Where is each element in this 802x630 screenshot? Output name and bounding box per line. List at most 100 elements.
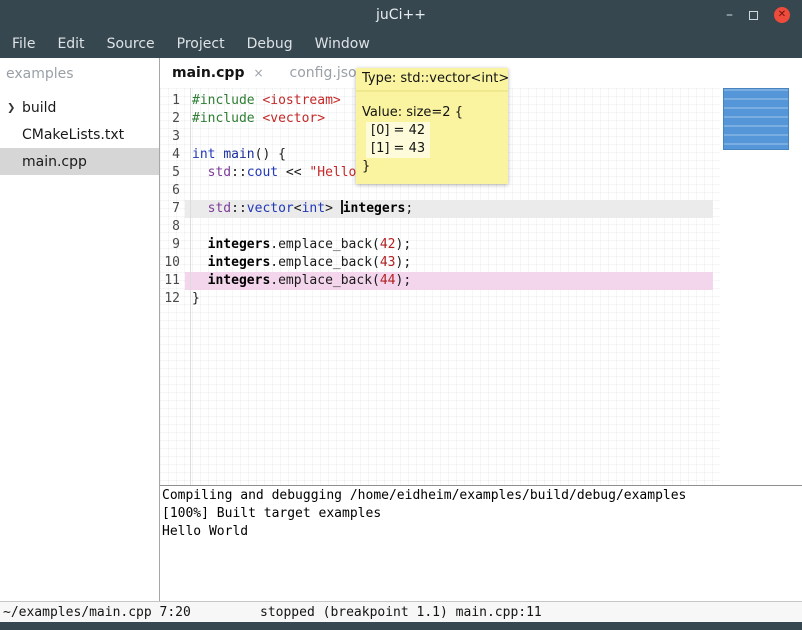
code-line[interactable]: 7 std::vector<int> integers; xyxy=(160,200,720,218)
code-token xyxy=(192,237,208,252)
chevron-right-icon[interactable]: ❯ xyxy=(7,102,15,113)
code-token: integers xyxy=(208,255,271,270)
main-body: examples ❯ build CMakeLists.txt main.cpp… xyxy=(0,58,802,601)
close-icon[interactable]: ✕ xyxy=(774,7,790,23)
code-token: .emplace_back( xyxy=(270,255,380,270)
line-number[interactable]: 8 xyxy=(160,218,185,236)
tree-item-label: CMakeLists.txt xyxy=(22,127,124,143)
terminal-output[interactable]: Compiling and debugging /home/eidheim/ex… xyxy=(160,486,802,601)
tab-close-icon[interactable]: × xyxy=(253,66,263,80)
title-bar: juCi++ – ✕ xyxy=(0,0,802,30)
code-token: integers xyxy=(343,201,406,216)
code-token: std xyxy=(208,201,231,216)
tree-item-maincpp[interactable]: main.cpp xyxy=(0,148,159,175)
terminal-line: Hello World xyxy=(162,523,802,541)
code-line[interactable]: 12} xyxy=(160,290,720,308)
code-token: main xyxy=(223,147,254,162)
project-name: examples xyxy=(0,58,159,94)
tree-item-build[interactable]: ❯ build xyxy=(0,94,159,121)
code-line[interactable]: 11 integers.emplace_back(44); xyxy=(160,272,720,290)
code-token: #include xyxy=(192,93,255,108)
code-token: std xyxy=(208,165,231,180)
line-number[interactable]: 1 xyxy=(160,92,185,110)
line-number[interactable]: 7 xyxy=(160,200,185,218)
code-token: int xyxy=(302,201,325,216)
code-token: <iostream> xyxy=(262,93,340,108)
code-token: #include xyxy=(192,111,255,126)
tooltip-row: } xyxy=(362,158,502,176)
file-tree-sidebar: examples ❯ build CMakeLists.txt main.cpp xyxy=(0,58,160,601)
line-number[interactable]: 12 xyxy=(160,290,185,308)
code-token: ); xyxy=(396,255,412,270)
code-token: .emplace_back( xyxy=(270,237,380,252)
menu-bar: File Edit Source Project Debug Window xyxy=(0,30,802,58)
code-text[interactable]: integers.emplace_back(42); xyxy=(185,236,713,254)
menu-window[interactable]: Window xyxy=(315,36,370,52)
code-token xyxy=(192,255,208,270)
minimize-icon[interactable]: – xyxy=(726,8,733,22)
scroll-overview-indicator[interactable] xyxy=(723,88,789,150)
status-bar: ~/examples/main.cpp 7:20 stopped (breakp… xyxy=(0,601,802,622)
code-line[interactable]: 9 integers.emplace_back(42); xyxy=(160,236,720,254)
code-line[interactable]: 8 xyxy=(160,218,720,236)
terminal-line: Compiling and debugging /home/eidheim/ex… xyxy=(162,487,802,505)
menu-debug[interactable]: Debug xyxy=(247,36,293,52)
line-number[interactable]: 6 xyxy=(160,182,185,200)
menu-edit[interactable]: Edit xyxy=(57,36,84,52)
code-token: ; xyxy=(405,201,413,216)
status-debug-state: stopped (breakpoint 1.1) main.cpp:11 xyxy=(260,605,542,620)
line-number[interactable]: 5 xyxy=(160,164,185,182)
line-number[interactable]: 4 xyxy=(160,146,185,164)
code-line[interactable]: 10 integers.emplace_back(43); xyxy=(160,254,720,272)
gutter-separator xyxy=(190,88,191,485)
code-token xyxy=(192,165,208,180)
code-line[interactable]: 6 xyxy=(160,182,720,200)
line-number[interactable]: 10 xyxy=(160,254,185,272)
menu-source[interactable]: Source xyxy=(107,36,155,52)
code-token: < xyxy=(294,201,302,216)
code-token: integers xyxy=(208,237,271,252)
menu-project[interactable]: Project xyxy=(177,36,225,52)
code-text[interactable]: std::vector<int> integers; xyxy=(185,200,713,218)
code-token: integers xyxy=(208,273,271,288)
tree-item-label: main.cpp xyxy=(22,154,87,170)
window-title: juCi++ xyxy=(0,7,802,23)
line-number[interactable]: 3 xyxy=(160,128,185,146)
code-token: cout xyxy=(247,165,278,180)
status-file-position: ~/examples/main.cpp 7:20 xyxy=(0,605,260,620)
code-text[interactable] xyxy=(185,218,713,236)
code-token: <vector> xyxy=(262,111,325,126)
tab-maincpp[interactable]: main.cpp × xyxy=(172,65,264,81)
code-text[interactable]: integers.emplace_back(43); xyxy=(185,254,713,272)
code-token: 44 xyxy=(380,273,396,288)
code-token xyxy=(192,273,208,288)
line-number[interactable]: 11 xyxy=(160,272,185,290)
code-text[interactable] xyxy=(185,182,713,200)
code-token: int xyxy=(192,147,215,162)
tooltip-type-line: Type: std::vector<int> xyxy=(356,68,508,92)
code-token: () { xyxy=(255,147,286,162)
editor-pane: main.cpp × config.json × 1 #include <iost… xyxy=(160,58,802,601)
code-token: :: xyxy=(231,165,247,180)
tooltip-row: [0] = 42 xyxy=(366,122,430,140)
code-token: :: xyxy=(231,201,247,216)
code-token: vector xyxy=(247,201,294,216)
tab-label: main.cpp xyxy=(172,65,244,81)
code-token xyxy=(192,201,208,216)
tab-label: config.json xyxy=(290,65,366,81)
code-token: ); xyxy=(396,273,412,288)
code-text[interactable]: } xyxy=(185,290,713,308)
code-token: ); xyxy=(396,237,412,252)
line-number[interactable]: 9 xyxy=(160,236,185,254)
code-token: .emplace_back( xyxy=(270,273,380,288)
line-number[interactable]: 2 xyxy=(160,110,185,128)
code-text[interactable]: integers.emplace_back(44); xyxy=(185,272,713,290)
code-token: 43 xyxy=(380,255,396,270)
debug-value-tooltip: Type: std::vector<int> Value: size=2 { [… xyxy=(356,68,508,184)
tree-item-cmakelists[interactable]: CMakeLists.txt xyxy=(0,121,159,148)
menu-file[interactable]: File xyxy=(12,36,35,52)
app-window: juCi++ – ✕ File Edit Source Project Debu… xyxy=(0,0,802,630)
tooltip-value-body: Value: size=2 { [0] = 42 [1] = 43 } xyxy=(356,92,508,184)
tooltip-row: [1] = 43 xyxy=(366,140,430,158)
restore-icon[interactable] xyxy=(749,11,758,20)
